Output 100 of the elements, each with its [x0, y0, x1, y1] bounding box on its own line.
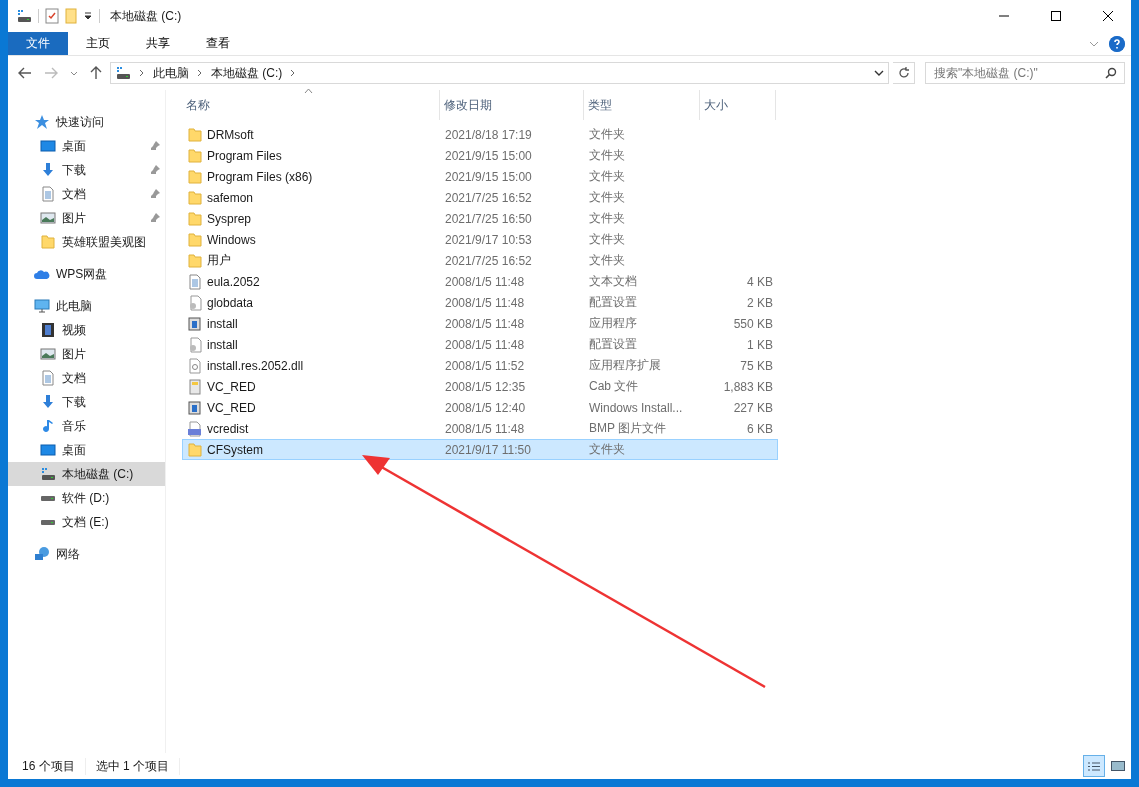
system-drive-icon — [40, 466, 56, 482]
file-row[interactable]: 用户 2021/7/25 16:52 文件夹 — [182, 250, 778, 271]
sidebar-item[interactable]: 下载 — [8, 390, 165, 414]
type-cell-text: 应用程序 — [588, 315, 638, 332]
size-cell-text: 1 KB — [746, 337, 774, 352]
sidebar-item[interactable]: 桌面 — [8, 438, 165, 462]
folder-icon — [187, 231, 203, 248]
ribbon-tab[interactable]: 查看 — [188, 32, 248, 55]
file-name: eula.2052 — [207, 274, 260, 289]
ribbon-tab[interactable]: 文件 — [8, 32, 68, 55]
sidebar-label: 下载 — [62, 161, 86, 179]
maximize-icon[interactable] — [1051, 11, 1061, 21]
file-icon — [187, 294, 203, 311]
sidebar-item[interactable]: 桌面 — [8, 134, 165, 158]
file-row[interactable]: install.res.2052.dll 2008/1/5 11:52 应用程序扩展 75 KB — [182, 355, 778, 376]
sidebar-label: 图片 — [62, 345, 86, 363]
address-bar[interactable]: 此电脑 本地磁盘 (C:) — [110, 62, 889, 84]
chevron-icon — [139, 69, 145, 77]
column-header[interactable]: 类型 — [584, 90, 700, 120]
file-row[interactable]: Windows 2021/9/17 10:53 文件夹 — [182, 229, 778, 250]
sidebar-item[interactable]: 文档 (E:) — [8, 510, 165, 534]
file-row[interactable]: vcredist 2008/1/5 11:48 BMP 图片文件 6 KB — [182, 418, 778, 439]
date-cell-text: 2008/1/5 12:40 — [444, 400, 527, 415]
search-field[interactable]: 搜索"本地磁盘 (C:)" — [925, 62, 1125, 84]
back-icon[interactable] — [18, 67, 32, 79]
type-cell-text: 文件夹 — [588, 231, 626, 248]
sidebar-item[interactable]: 快速访问 — [8, 110, 165, 134]
sidebar-item[interactable]: 此电脑 — [8, 294, 165, 318]
sidebar-item[interactable]: 软件 (D:) — [8, 486, 165, 510]
recent-locations-icon[interactable] — [70, 70, 78, 76]
file-row[interactable]: CFSystem 2021/9/17 11:50 文件夹 — [182, 439, 778, 460]
file-row[interactable]: safemon 2021/7/25 16:52 文件夹 — [182, 187, 778, 208]
column-header[interactable]: 大小 — [700, 90, 776, 120]
date-cell-text: 2008/1/5 11:48 — [444, 274, 526, 289]
file-name: Program Files (x86) — [207, 169, 313, 184]
sidebar-item[interactable]: 音乐 — [8, 414, 165, 438]
date-cell-text: 2021/8/18 17:19 — [444, 127, 533, 142]
desktop-icon — [40, 442, 56, 458]
sidebar-item[interactable]: 网络 — [8, 542, 165, 566]
type-cell-text: BMP 图片文件 — [588, 420, 668, 437]
folder-icon — [40, 234, 56, 250]
file-row[interactable]: VC_RED 2008/1/5 12:40 Windows Install... 227 KB — [182, 397, 778, 418]
network-icon — [34, 546, 50, 562]
breadcrumb[interactable]: 此电脑 — [153, 64, 189, 82]
file-row[interactable]: Sysprep 2021/7/25 16:50 文件夹 — [182, 208, 778, 229]
properties-icon[interactable] — [45, 8, 59, 24]
type-cell-text: 文件夹 — [588, 210, 626, 227]
date-cell-text: 2021/9/17 11:50 — [444, 442, 532, 457]
window-title: 本地磁盘 (C:) — [110, 7, 182, 25]
type-cell-text: 应用程序扩展 — [588, 357, 662, 374]
dropdown-icon[interactable] — [874, 69, 884, 77]
file-row[interactable]: VC_RED 2008/1/5 12:35 Cab 文件 1,883 KB — [182, 376, 778, 397]
sidebar-item[interactable]: 文档 — [8, 366, 165, 390]
file-row[interactable]: install 2008/1/5 11:48 配置设置 1 KB — [182, 334, 778, 355]
date-cell-text: 2021/9/15 15:00 — [444, 148, 533, 163]
item-count: 16 个项目 — [22, 757, 86, 775]
date-cell-text: 2008/1/5 11:48 — [444, 421, 526, 436]
refresh-icon[interactable] — [897, 67, 910, 79]
date-cell-text: 2021/9/17 10:53 — [444, 232, 533, 247]
sidebar-label: 此电脑 — [56, 297, 92, 315]
sidebar-label: 下载 — [62, 393, 86, 411]
close-icon[interactable] — [1103, 11, 1113, 21]
sidebar-item[interactable]: 文档 — [8, 182, 165, 206]
download-icon — [40, 162, 56, 178]
sidebar-item[interactable]: 图片 — [8, 206, 165, 230]
file-row[interactable]: DRMsoft 2021/8/18 17:19 文件夹 — [182, 124, 778, 145]
type-cell-text: Cab 文件 — [588, 378, 640, 395]
help-icon[interactable] — [1109, 35, 1125, 52]
column-header[interactable]: 修改日期 — [440, 90, 584, 120]
file-row[interactable]: Program Files 2021/9/15 15:00 文件夹 — [182, 145, 778, 166]
sidebar-item[interactable]: 视频 — [8, 318, 165, 342]
sidebar-label: 快速访问 — [56, 113, 104, 131]
type-cell-text: 文件夹 — [588, 168, 626, 185]
sort-ascending-icon — [304, 88, 313, 94]
sidebar-label: 文档 — [62, 185, 86, 203]
sidebar-item[interactable]: 英雄联盟美观图 — [8, 230, 165, 254]
sidebar-label: 桌面 — [62, 137, 86, 155]
dropdown-icon[interactable] — [83, 11, 93, 21]
sidebar-item[interactable]: 图片 — [8, 342, 165, 366]
column-header[interactable]: 名称 — [182, 90, 440, 120]
application-icon — [187, 315, 203, 332]
up-icon[interactable] — [90, 66, 102, 80]
sidebar-item[interactable]: WPS网盘 — [8, 262, 165, 286]
sidebar-label: 英雄联盟美观图 — [62, 233, 146, 251]
sidebar-item[interactable]: 本地磁盘 (C:) — [8, 462, 165, 486]
ribbon-tab[interactable]: 主页 — [68, 32, 128, 55]
sidebar-item[interactable]: 下载 — [8, 158, 165, 182]
ribbon-tab[interactable]: 共享 — [128, 32, 188, 55]
file-name: globdata — [207, 295, 254, 310]
breadcrumb[interactable]: 本地磁盘 (C:) — [211, 64, 283, 82]
file-row[interactable]: eula.2052 2008/1/5 11:48 文本文档 4 KB — [182, 271, 778, 292]
file-row[interactable]: globdata 2008/1/5 11:48 配置设置 2 KB — [182, 292, 778, 313]
folder-icon — [187, 147, 203, 164]
date-cell-text: 2008/1/5 11:48 — [444, 295, 526, 310]
file-row[interactable]: Program Files (x86) 2021/9/15 15:00 文件夹 — [182, 166, 778, 187]
sidebar-label: 文档 — [62, 369, 86, 387]
type-cell-text: 配置设置 — [588, 336, 638, 353]
drive-icon — [40, 494, 56, 502]
date-cell-text: 2021/7/25 16:52 — [444, 253, 533, 268]
file-row[interactable]: install 2008/1/5 11:48 应用程序 550 KB — [182, 313, 778, 334]
